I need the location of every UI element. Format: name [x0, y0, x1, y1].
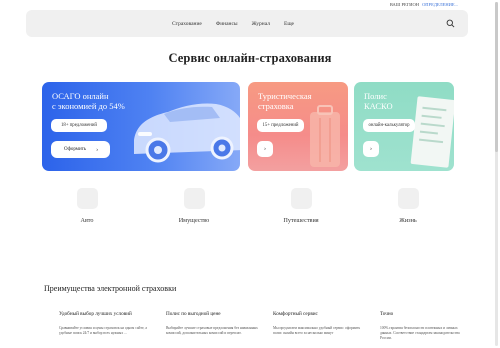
osago-title-line1: ОСАГО онлайн	[52, 91, 109, 101]
search-icon[interactable]	[446, 19, 455, 28]
advantage-item: Точно 100% гарантия безопасности платежн…	[380, 311, 460, 342]
page-title: Сервис онлайн-страхования	[168, 51, 332, 65]
page: ВАШ РЕГИОН ОПРЕДЕЛЕНИЕ... Страхование Фи…	[0, 0, 500, 348]
kasko-title-line1: Полис	[364, 91, 387, 101]
top-navigation: Страхование Финансы Журнал Еще	[26, 10, 468, 37]
nav-link-journal[interactable]: Журнал	[252, 21, 270, 27]
region-selector[interactable]: ВАШ РЕГИОН ОПРЕДЕЛЕНИЕ...	[390, 0, 458, 9]
chevron-right-icon: ›	[96, 146, 99, 153]
kasko-title-line2: КАСКО	[364, 101, 393, 111]
category-label: Авто	[80, 217, 94, 224]
advantage-heading: Точно	[380, 311, 394, 317]
advantage-heading: Комфортный сервис	[273, 311, 318, 317]
house-icon	[183, 188, 205, 209]
advantage-heading: Полис по выгодной цене	[166, 311, 221, 317]
category-label: Имущество	[178, 217, 210, 224]
travel-title-line1: Туристическая	[258, 91, 312, 101]
kasko-calculator-chip: онлайн-калькулятор	[363, 119, 415, 132]
advantage-text: Мы предлагаем максимально удобный сервис…	[273, 326, 361, 336]
heart-icon	[397, 188, 419, 209]
advantage-heading: Удобный выбор лучших условий	[59, 311, 132, 317]
travel-card[interactable]: Туристическая страховка 15+ предложений …	[248, 82, 348, 171]
nav-links: Страхование Финансы Журнал Еще	[172, 10, 294, 37]
category-label: Жизнь	[399, 217, 417, 224]
osago-offers-chip: 18+ предложений	[51, 119, 107, 132]
category-auto[interactable]: Авто	[47, 188, 127, 224]
osago-title-line2: с экономией до 54%	[52, 101, 125, 111]
nav-link-finance[interactable]: Финансы	[216, 21, 238, 27]
travel-go-button[interactable]: ›	[257, 141, 273, 157]
plane-icon	[290, 188, 312, 209]
osago-apply-button[interactable]: Оформить ›	[51, 141, 110, 158]
car-illustration	[134, 103, 240, 163]
suitcase-illustration	[310, 105, 340, 167]
category-property[interactable]: Имущество	[154, 188, 234, 224]
advantage-text: Сравнивайте условия и цены страховок на …	[59, 326, 147, 336]
category-life[interactable]: Жизнь	[368, 188, 448, 224]
kasko-card[interactable]: Полис КАСКО онлайн-калькулятор ›	[354, 82, 454, 171]
region-label: ВАШ РЕГИОН	[389, 2, 420, 7]
nav-link-insurance[interactable]: Страхование	[172, 21, 202, 27]
kasko-go-button[interactable]: ›	[363, 141, 379, 157]
scrollbar-thumb[interactable]	[495, 2, 498, 152]
advantage-text: Выбирайте лучшие страховые предложения б…	[166, 326, 258, 336]
document-illustration	[410, 96, 454, 168]
category-label: Путешествия	[283, 217, 319, 224]
advantages-title: Преимущества электронной страховки	[44, 284, 177, 293]
travel-title-line2: страховка	[258, 101, 294, 111]
category-travel[interactable]: Путешествия	[261, 188, 341, 224]
region-value[interactable]: ОПРЕДЕЛЕНИЕ...	[422, 2, 458, 7]
advantage-item: Полис по выгодной цене Выбирайте лучшие …	[166, 311, 258, 336]
category-list: Авто Имущество Путешествия Жизнь	[0, 188, 500, 228]
nav-link-more[interactable]: Еще	[284, 21, 294, 27]
travel-offers-chip: 15+ предложений	[257, 119, 304, 132]
car-icon	[76, 188, 98, 209]
chevron-right-icon: ›	[264, 146, 266, 152]
osago-apply-label: Оформить	[64, 147, 87, 152]
advantage-item: Удобный выбор лучших условий Сравнивайте…	[59, 311, 151, 336]
osago-card[interactable]: ОСАГО онлайн с экономией до 54% 18+ пред…	[42, 82, 240, 171]
advantage-text: 100% гарантия безопасности платежных и л…	[380, 326, 460, 341]
advantage-item: Комфортный сервис Мы предлагаем максимал…	[273, 311, 365, 336]
chevron-right-icon: ›	[370, 146, 372, 152]
